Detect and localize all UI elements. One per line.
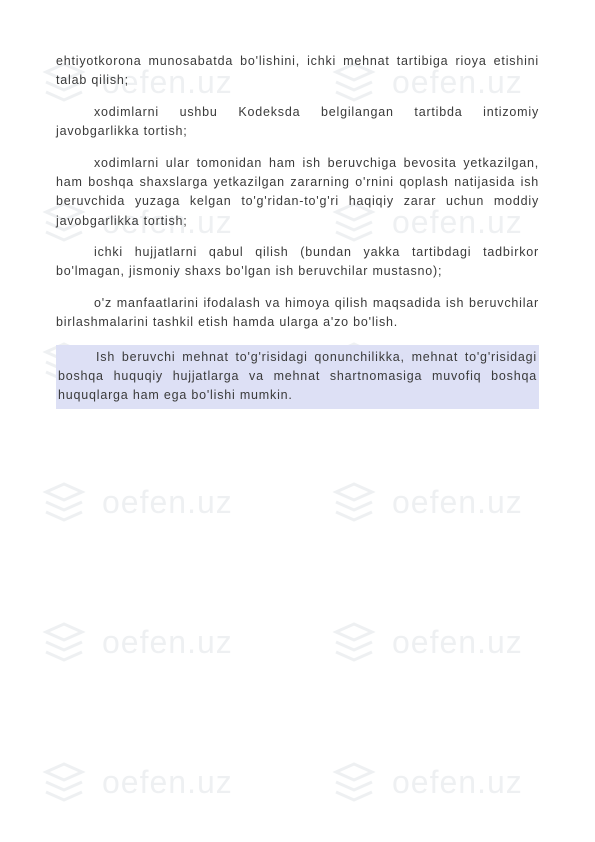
watermark-text: oefen.uz (102, 484, 233, 521)
paragraph: ichki hujjatlarni qabul qilish (bundan y… (56, 243, 539, 282)
stack-icon (40, 478, 88, 526)
watermark-text: oefen.uz (102, 764, 233, 801)
watermark-text: oefen.uz (392, 764, 523, 801)
watermark-text: oefen.uz (392, 484, 523, 521)
stack-icon (330, 478, 378, 526)
paragraph: ehtiyotkorona munosabatda bo'lishini, ic… (56, 52, 539, 91)
watermark-text: oefen.uz (392, 624, 523, 661)
paragraph: xodimlarni ushbu Kodeksda belgilangan ta… (56, 103, 539, 142)
stack-icon (330, 618, 378, 666)
highlighted-paragraph: Ish beruvchi mehnat to'g'risidagi qonunc… (56, 345, 539, 409)
watermark-text: oefen.uz (102, 624, 233, 661)
stack-icon (330, 758, 378, 806)
stack-icon (40, 758, 88, 806)
paragraph: o'z manfaatlarini ifodalash va himoya qi… (56, 294, 539, 333)
paragraph: xodimlarni ular tomonidan ham ish beruvc… (56, 154, 539, 232)
stack-icon (40, 618, 88, 666)
document-content: ehtiyotkorona munosabatda bo'lishini, ic… (0, 0, 595, 409)
